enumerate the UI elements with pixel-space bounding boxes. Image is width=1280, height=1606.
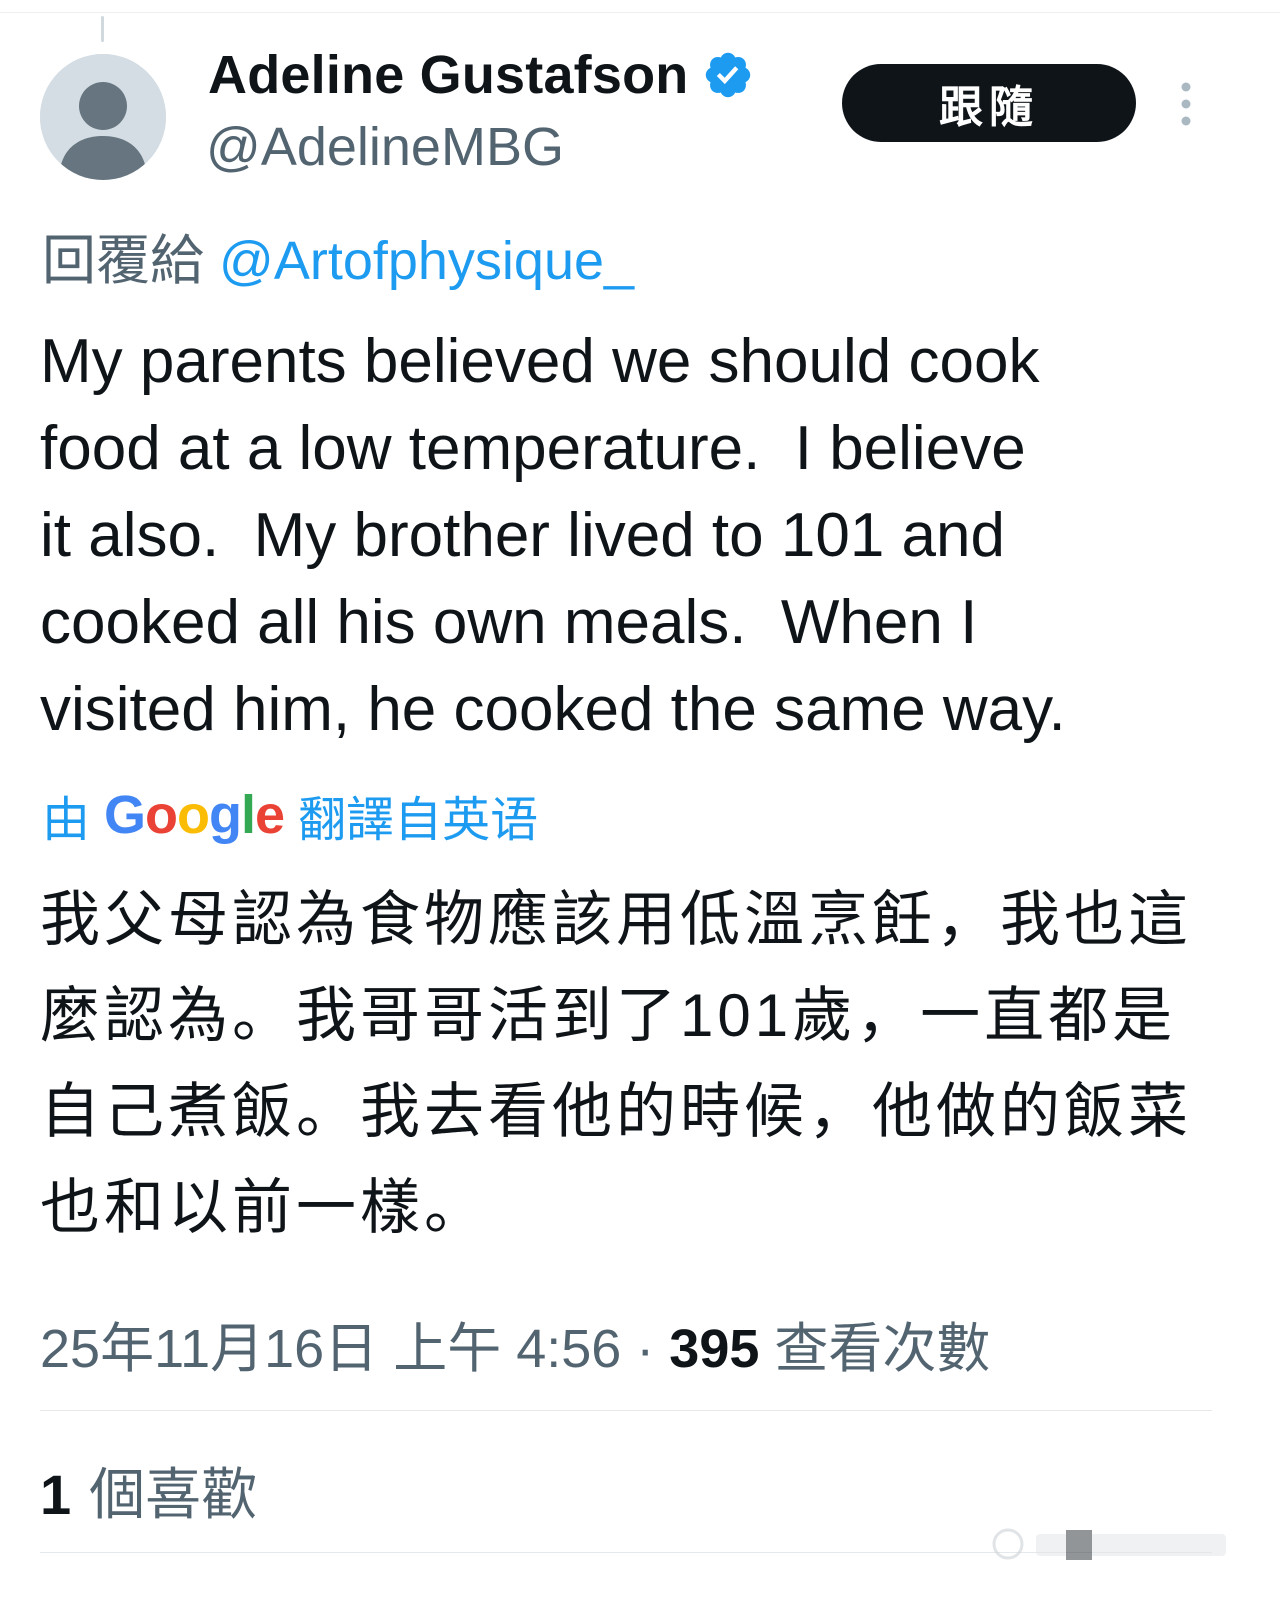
google-logo-letter: g [209, 785, 242, 845]
reply-to-handle-link[interactable]: @Artofphysique_ [219, 231, 634, 291]
views-count: 395 [669, 1319, 760, 1379]
display-name[interactable]: Adeline Gustafson [208, 44, 754, 106]
display-name-text: Adeline Gustafson [208, 45, 689, 105]
author-handle[interactable]: @AdelineMBG [206, 116, 564, 178]
avatar[interactable] [40, 54, 166, 180]
google-logo-letter: e [255, 785, 285, 845]
reply-context: 回覆給 @Artofphysique_ [42, 216, 634, 295]
google-logo-letter: o [145, 785, 178, 845]
google-logo-letter: G [104, 785, 146, 845]
likes-link[interactable]: 1 個喜歡 [40, 1450, 257, 1531]
more-vertical-icon[interactable] [1172, 80, 1200, 128]
timestamp-link[interactable]: 25年11月16日 上午 4:56 · [40, 1319, 669, 1379]
google-logo: Google [104, 784, 285, 846]
views-label: 查看次數 [774, 1319, 991, 1379]
top-divider [0, 12, 1280, 13]
divider [40, 1410, 1212, 1411]
watermark [986, 1518, 1236, 1568]
verified-badge-icon [702, 49, 754, 101]
tweet-meta: 25年11月16日 上午 4:56 · 395 查看次數 [40, 1304, 990, 1383]
translation-prefix: 由 [42, 794, 91, 847]
thread-connector-line [101, 16, 104, 42]
follow-button[interactable]: 跟隨 [842, 64, 1136, 142]
reply-prefix: 回覆給 [42, 231, 204, 291]
translation-suffix: 翻譯自英语 [298, 794, 539, 847]
google-logo-letter: o [177, 785, 210, 845]
tweet-page: Adeline Gustafson @AdelineMBG 跟隨 回覆給 @Ar… [0, 0, 1280, 1606]
translation-attribution[interactable]: 由 Google 翻譯自英语 [42, 780, 538, 850]
google-logo-letter: l [241, 785, 256, 845]
likes-label: 個喜歡 [89, 1463, 258, 1526]
tweet-text: My parents believed we should cook food … [40, 327, 1066, 744]
translated-tweet-text: 我父母認為食物應該用低溫烹飪，我也這麼認為。我哥哥活到了101歲，一直都是自己煮… [40, 886, 1192, 1241]
likes-count: 1 [40, 1463, 72, 1526]
default-avatar-icon [40, 54, 166, 180]
